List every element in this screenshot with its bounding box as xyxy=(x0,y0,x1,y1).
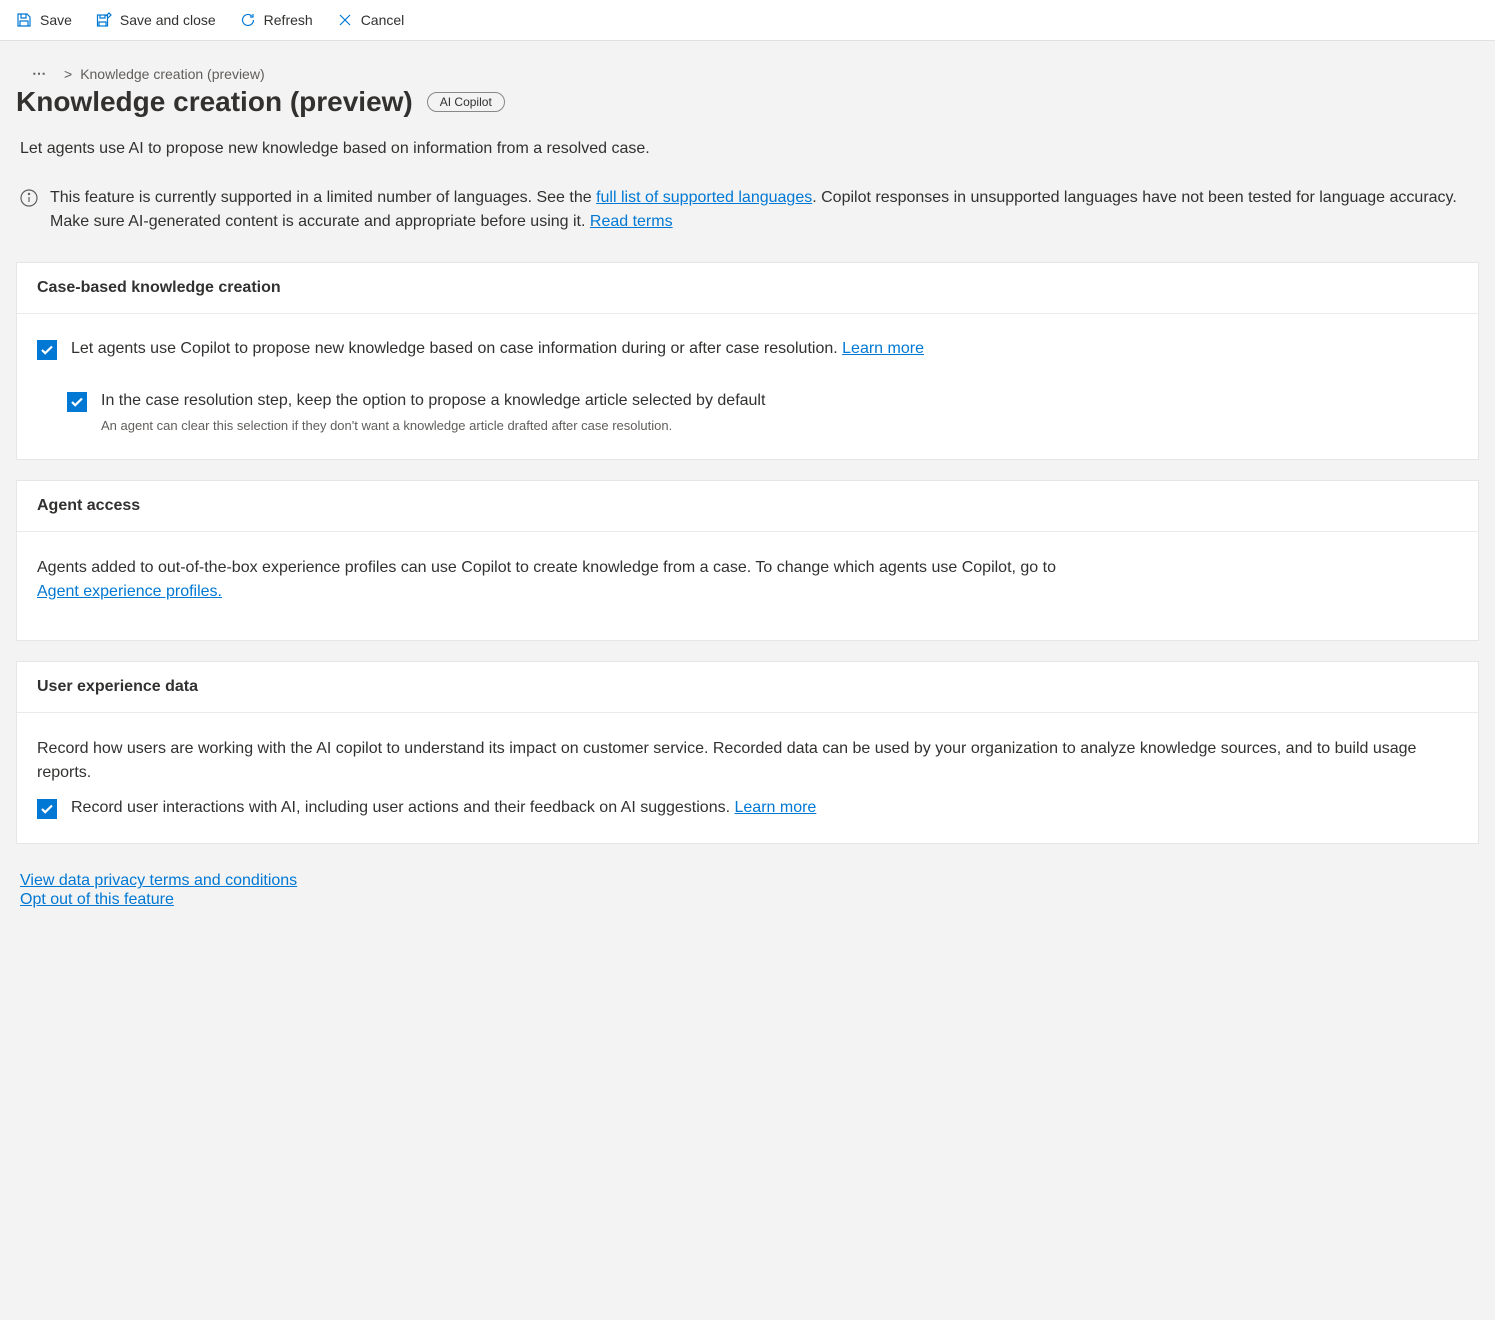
checkbox-record-interactions-input[interactable] xyxy=(37,799,57,819)
toolbar: Save Save and close Refresh Cancel xyxy=(0,0,1495,41)
supported-languages-link[interactable]: full list of supported languages xyxy=(596,189,812,206)
breadcrumb-overflow[interactable]: ⋯ xyxy=(16,65,56,82)
checkbox-resolution-default-label: In the case resolution step, keep the op… xyxy=(101,390,765,412)
save-close-button[interactable]: Save and close xyxy=(96,8,216,32)
nested-option: In the case resolution step, keep the op… xyxy=(67,390,1458,435)
breadcrumb-current: Knowledge creation (preview) xyxy=(80,66,264,82)
checkbox-resolution-default: In the case resolution step, keep the op… xyxy=(67,390,1458,435)
info-icon xyxy=(20,189,38,207)
check-icon xyxy=(40,343,54,357)
save-close-label: Save and close xyxy=(120,12,216,28)
check-icon xyxy=(40,802,54,816)
ai-copilot-badge: AI Copilot xyxy=(427,92,505,112)
checkbox-propose-knowledge-label: Let agents use Copilot to propose new kn… xyxy=(71,338,924,360)
agent-access-text: Agents added to out-of-the-box experienc… xyxy=(37,556,1458,604)
checkbox-propose-knowledge: Let agents use Copilot to propose new kn… xyxy=(37,338,1458,360)
ux-data-card: User experience data Record how users ar… xyxy=(16,661,1479,844)
card-title-case-based: Case-based knowledge creation xyxy=(37,279,1458,297)
checkbox-record-interactions-label: Record user interactions with AI, includ… xyxy=(71,797,816,819)
refresh-button[interactable]: Refresh xyxy=(240,8,313,32)
learn-more-link-propose[interactable]: Learn more xyxy=(842,340,924,357)
cancel-button[interactable]: Cancel xyxy=(337,8,405,32)
check-icon xyxy=(70,395,84,409)
refresh-label: Refresh xyxy=(264,12,313,28)
agent-profiles-link[interactable]: Agent experience profiles. xyxy=(37,583,222,600)
refresh-icon xyxy=(240,12,256,28)
checkbox-resolution-default-subtext: An agent can clear this selection if the… xyxy=(101,417,765,435)
intro-text: Let agents use AI to propose new knowled… xyxy=(16,140,1479,158)
read-terms-link[interactable]: Read terms xyxy=(590,213,673,230)
info-text: This feature is currently supported in a… xyxy=(50,186,1479,234)
cancel-label: Cancel xyxy=(361,12,405,28)
learn-more-link-record[interactable]: Learn more xyxy=(735,799,817,816)
save-close-icon xyxy=(96,12,112,28)
content: ⋯ > Knowledge creation (preview) Knowled… xyxy=(0,41,1495,958)
checkbox-resolution-default-input[interactable] xyxy=(67,392,87,412)
card-title-ux-data: User experience data xyxy=(37,678,1458,696)
save-button[interactable]: Save xyxy=(16,8,72,32)
close-icon xyxy=(337,12,353,28)
breadcrumb-separator: > xyxy=(64,66,72,82)
info-message: This feature is currently supported in a… xyxy=(16,186,1479,234)
ux-data-text: Record how users are working with the AI… xyxy=(37,737,1458,785)
opt-out-link[interactable]: Opt out of this feature xyxy=(20,891,1475,909)
save-label: Save xyxy=(40,12,72,28)
save-icon xyxy=(16,12,32,28)
checkbox-propose-knowledge-input[interactable] xyxy=(37,340,57,360)
breadcrumb: ⋯ > Knowledge creation (preview) xyxy=(16,65,1479,82)
page-title: Knowledge creation (preview) xyxy=(16,86,413,118)
card-title-agent-access: Agent access xyxy=(37,497,1458,515)
footer-links: View data privacy terms and conditions O… xyxy=(16,864,1479,918)
page-header: Knowledge creation (preview) AI Copilot xyxy=(16,86,1479,118)
case-based-card: Case-based knowledge creation Let agents… xyxy=(16,262,1479,460)
checkbox-record-interactions: Record user interactions with AI, includ… xyxy=(37,797,1458,819)
agent-access-card: Agent access Agents added to out-of-the-… xyxy=(16,480,1479,641)
privacy-terms-link[interactable]: View data privacy terms and conditions xyxy=(20,872,1475,890)
